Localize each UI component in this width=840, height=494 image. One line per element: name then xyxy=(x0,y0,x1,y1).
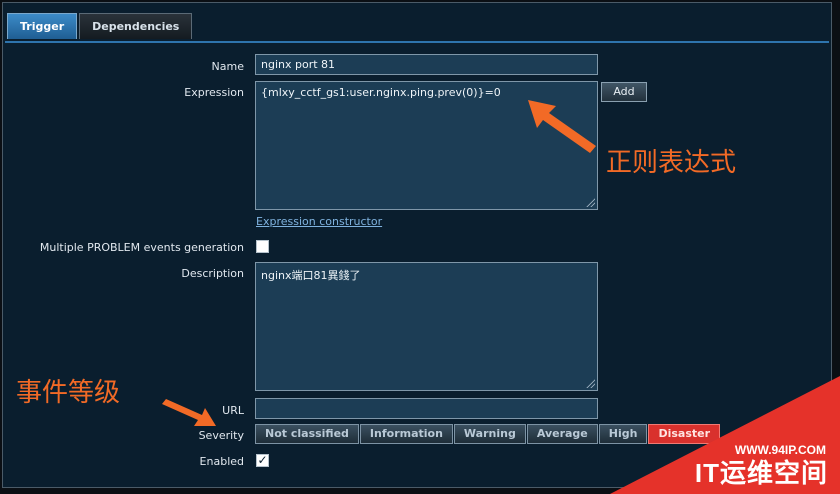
severity-disaster[interactable]: Disaster xyxy=(648,424,721,444)
multiple-problem-label: Multiple PROBLEM events generation xyxy=(39,241,244,254)
severity-not-classified[interactable]: Not classified xyxy=(255,424,359,444)
tab-bar: Trigger Dependencies xyxy=(7,13,193,43)
severity-information[interactable]: Information xyxy=(359,424,453,444)
severity-warning[interactable]: Warning xyxy=(453,424,526,444)
multiple-problem-checkbox[interactable] xyxy=(256,240,269,253)
watermark-brand: IT运维空间 xyxy=(694,458,828,488)
resize-handle-icon[interactable] xyxy=(585,197,595,207)
description-text: nginx端口81異錢了 xyxy=(261,269,361,282)
severity-label: Severity xyxy=(198,429,244,442)
tab-trigger[interactable]: Trigger xyxy=(7,13,78,39)
description-label: Description xyxy=(181,267,244,280)
severity-annotation: 事件等级 xyxy=(16,378,121,408)
enabled-label: Enabled xyxy=(199,455,244,468)
expression-constructor-link[interactable]: Expression constructor xyxy=(256,215,382,228)
severity-selector: Not classified Information Warning Avera… xyxy=(255,424,721,444)
enabled-checkbox[interactable]: ✓ xyxy=(256,454,269,467)
expression-label: Expression xyxy=(184,86,244,99)
url-input[interactable] xyxy=(255,398,598,419)
name-label: Name xyxy=(211,60,244,73)
tab-underline xyxy=(5,41,829,43)
severity-average[interactable]: Average xyxy=(526,424,598,444)
resize-handle-icon[interactable] xyxy=(585,378,595,388)
expression-text: {mlxy_cctf_gs1:user.nginx.ping.prev(0)}=… xyxy=(261,86,501,99)
url-label: URL xyxy=(222,404,244,417)
tab-dependencies[interactable]: Dependencies xyxy=(79,13,193,39)
arrow-icon xyxy=(162,399,216,426)
add-button[interactable]: Add xyxy=(601,82,647,102)
arrow-icon xyxy=(528,100,596,153)
description-textarea[interactable]: nginx端口81異錢了 xyxy=(255,262,598,391)
regex-annotation: 正则表达式 xyxy=(606,148,737,178)
severity-high[interactable]: High xyxy=(598,424,648,444)
name-input[interactable]: nginx port 81 xyxy=(255,54,598,75)
